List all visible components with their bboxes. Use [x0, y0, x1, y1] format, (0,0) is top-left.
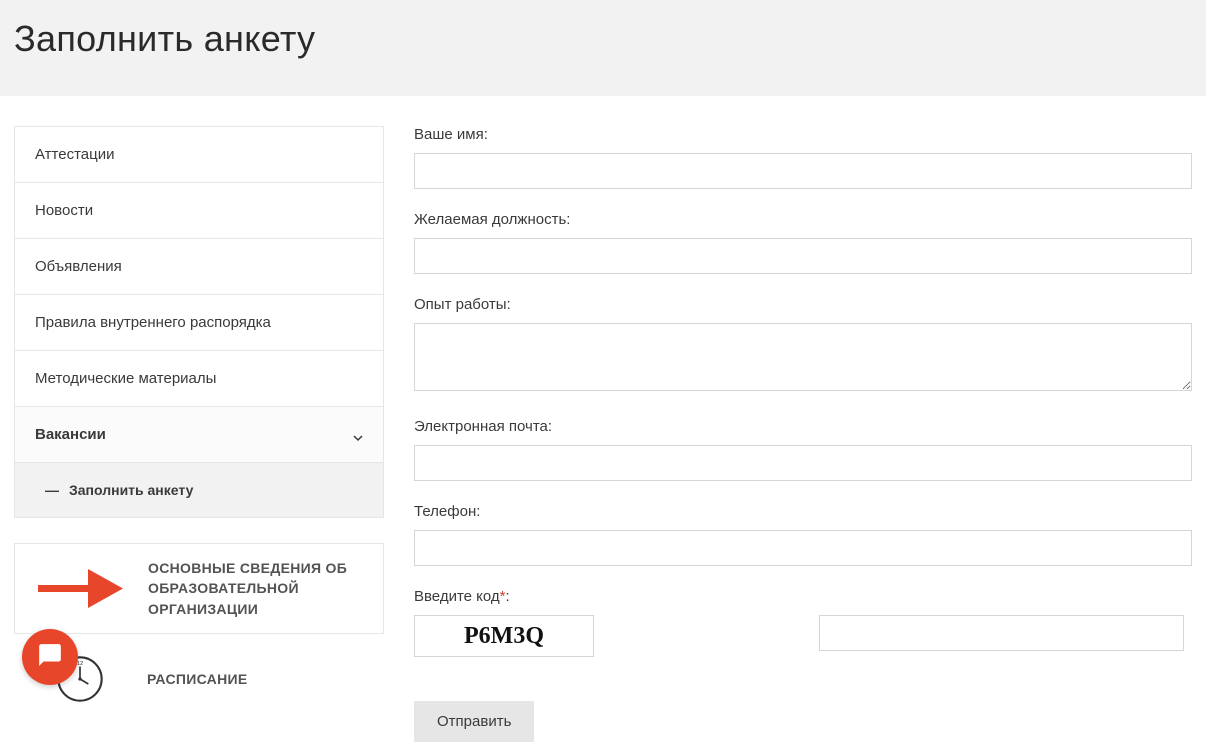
- email-label: Электронная почта:: [414, 418, 1192, 435]
- form-area: Ваше имя: Желаемая должность: Опыт работ…: [414, 126, 1192, 742]
- arrow-right-icon: [33, 561, 128, 616]
- submit-button[interactable]: Отправить: [414, 701, 534, 742]
- phone-input[interactable]: [414, 530, 1192, 566]
- form-row-captcha: Введите код*: P6M3Q: [414, 588, 1192, 657]
- sidebar-item-fill-form[interactable]: Заполнить анкету: [15, 463, 383, 518]
- sidebar-item-label: Вакансии: [35, 426, 106, 443]
- form-row-phone: Телефон:: [414, 503, 1192, 566]
- form-row-name: Ваше имя:: [414, 126, 1192, 189]
- chat-button[interactable]: [22, 629, 78, 685]
- captcha-label: Введите код*:: [414, 588, 1192, 605]
- email-input[interactable]: [414, 445, 1192, 481]
- required-star: *: [500, 588, 506, 605]
- sidebar-item-announcements[interactable]: Объявления: [15, 239, 383, 295]
- captcha-input[interactable]: [819, 615, 1184, 651]
- info-card-title-2: РАСПИСАНИЕ: [147, 669, 248, 689]
- sidebar-item-attestations[interactable]: Аттестации: [15, 127, 383, 183]
- experience-label: Опыт работы:: [414, 296, 1192, 313]
- sidebar-item-news[interactable]: Новости: [15, 183, 383, 239]
- info-card-title: ОСНОВНЫЕ СВЕДЕНИЯ ОБ ОБРАЗОВАТЕЛЬНОЙ ОРГ…: [148, 558, 365, 619]
- page-title: Заполнить анкету: [14, 18, 1192, 60]
- captcha-image: P6M3Q: [414, 615, 594, 657]
- chat-icon: [37, 642, 63, 673]
- chevron-down-icon: [353, 430, 363, 440]
- sidebar-item-vacancies[interactable]: Вакансии: [15, 407, 383, 463]
- experience-textarea[interactable]: [414, 323, 1192, 391]
- captcha-label-text: Введите код: [414, 588, 500, 605]
- main-container: Аттестации Новости Объявления Правила вн…: [0, 96, 1206, 742]
- sidebar-nav: Аттестации Новости Объявления Правила вн…: [14, 126, 384, 518]
- name-label: Ваше имя:: [414, 126, 1192, 143]
- phone-label: Телефон:: [414, 503, 1192, 520]
- page-header: Заполнить анкету: [0, 0, 1206, 96]
- name-input[interactable]: [414, 153, 1192, 189]
- position-input[interactable]: [414, 238, 1192, 274]
- form-row-experience: Опыт работы:: [414, 296, 1192, 396]
- sidebar-item-rules[interactable]: Правила внутреннего распорядка: [15, 295, 383, 351]
- form-row-position: Желаемая должность:: [414, 211, 1192, 274]
- form-row-email: Электронная почта:: [414, 418, 1192, 481]
- sidebar-item-materials[interactable]: Методические материалы: [15, 351, 383, 407]
- captcha-row: P6M3Q: [414, 615, 1192, 657]
- position-label: Желаемая должность:: [414, 211, 1192, 228]
- info-card-organization[interactable]: ОСНОВНЫЕ СВЕДЕНИЯ ОБ ОБРАЗОВАТЕЛЬНОЙ ОРГ…: [14, 543, 384, 634]
